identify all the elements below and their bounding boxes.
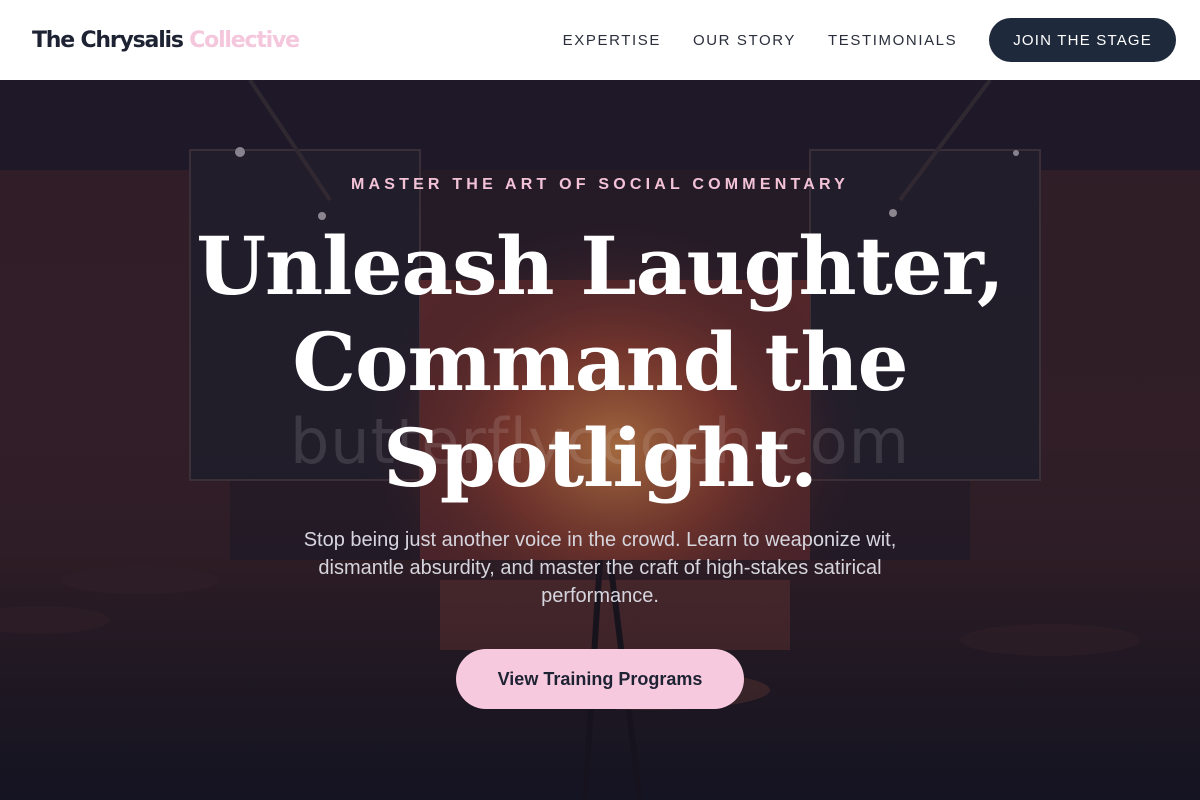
nav-link-testimonials[interactable]: TESTIMONIALS <box>828 32 957 49</box>
brand-name: The Chrysalis <box>32 27 184 53</box>
view-training-programs-button[interactable]: View Training Programs <box>456 649 744 709</box>
brand-accent: Collective <box>189 27 300 53</box>
hero-section: butterflycooch.com MASTER THE ART OF SOC… <box>0 80 1200 800</box>
hero-headline-line-3: Spotlight. <box>383 411 818 505</box>
hero-headline-line-2: Command the <box>292 315 908 409</box>
hero-headline: Unleash Laughter, Command the Spotlight. <box>150 218 1050 506</box>
hero-eyebrow: MASTER THE ART OF SOCIAL COMMENTARY <box>350 176 850 193</box>
nav-link-our-story[interactable]: OUR STORY <box>693 32 796 49</box>
hero-headline-line-1: Unleash Laughter, <box>196 219 1004 313</box>
nav-link-expertise[interactable]: EXPERTISE <box>563 32 661 49</box>
brand-logo[interactable]: The Chrysalis Collective <box>32 27 300 53</box>
primary-nav: EXPERTISE OUR STORY TESTIMONIALS JOIN TH… <box>563 18 1176 62</box>
top-navbar: The Chrysalis Collective EXPERTISE OUR S… <box>0 0 1200 80</box>
hero-subtext: Stop being just another voice in the cro… <box>303 529 897 607</box>
join-the-stage-button[interactable]: JOIN THE STAGE <box>989 18 1176 62</box>
